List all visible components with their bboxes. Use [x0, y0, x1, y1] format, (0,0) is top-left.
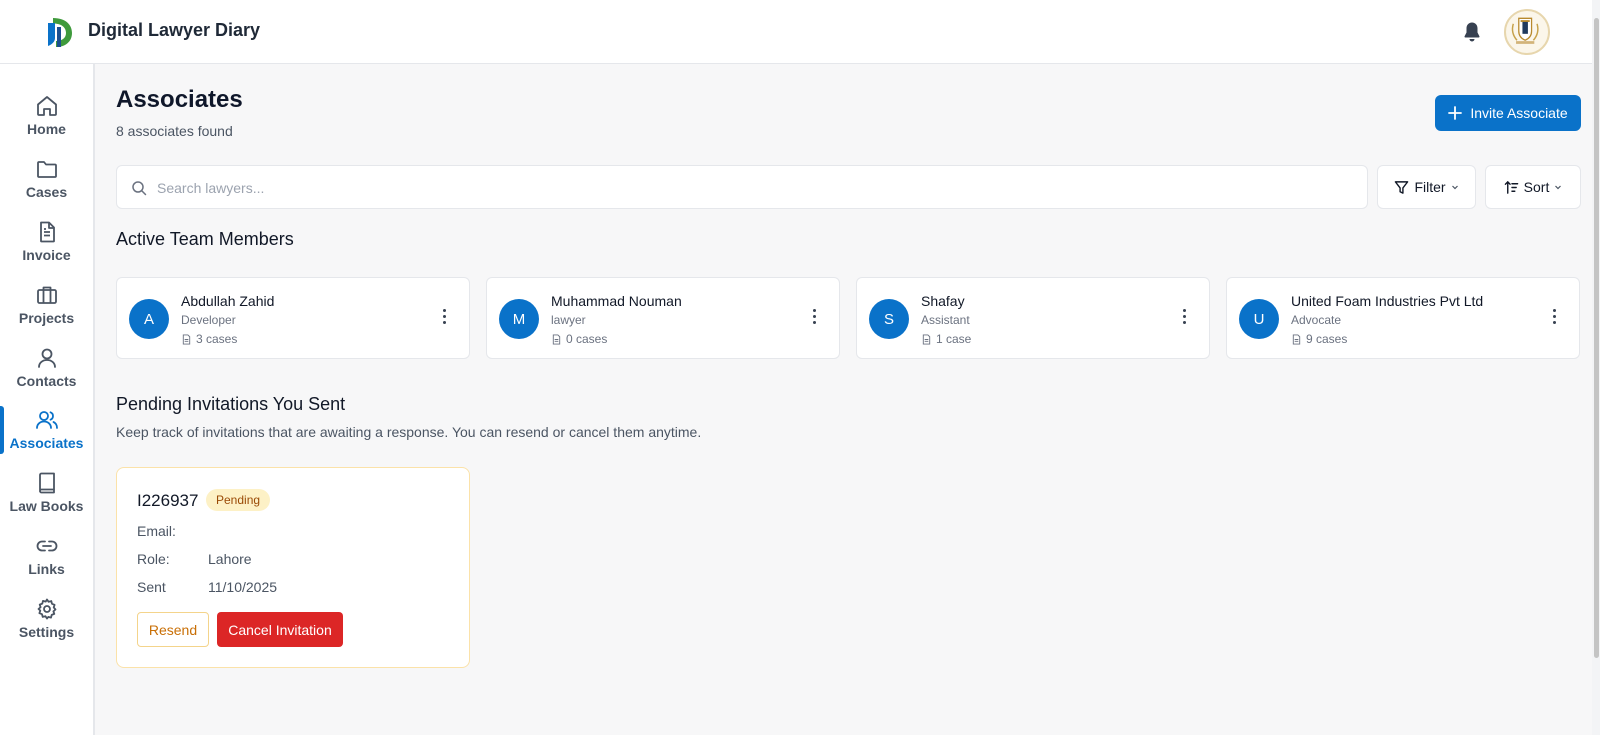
role-label: Role:	[137, 551, 170, 567]
sidebar-item-label: Contacts	[16, 373, 77, 389]
sidebar-item-settings[interactable]: Settings	[0, 597, 93, 655]
scrollbar-thumb[interactable]	[1594, 18, 1599, 658]
sidebar-item-label: Projects	[18, 310, 75, 326]
notification-bell-icon[interactable]	[1460, 20, 1484, 44]
resend-button[interactable]: Resend	[137, 612, 209, 647]
more-options-icon[interactable]	[811, 309, 817, 329]
sidebar-item-label: Home	[27, 121, 66, 137]
more-options-icon[interactable]	[441, 309, 447, 329]
firm-crest-icon	[1507, 12, 1543, 48]
search-input[interactable]	[157, 176, 1347, 200]
member-avatar: A	[129, 299, 169, 339]
pending-invitations-heading: Pending Invitations You Sent	[116, 394, 346, 414]
sort-label: Sort	[1523, 179, 1550, 195]
sort-icon	[1504, 180, 1518, 194]
filter-label: Filter	[1414, 179, 1446, 195]
app-title: Digital Lawyer Diary	[88, 20, 261, 40]
member-cases-count: 1 case	[936, 332, 972, 346]
more-options-icon[interactable]	[1551, 309, 1557, 329]
sidebar-item-label: Associates	[9, 435, 84, 451]
book-icon	[38, 472, 55, 494]
member-cases: 9 cases	[1291, 332, 1347, 346]
sidebar-item-links[interactable]: Links	[0, 534, 93, 592]
briefcase-icon	[36, 286, 57, 304]
app-logo-icon[interactable]	[44, 14, 74, 50]
member-name: Shafay	[921, 293, 965, 309]
sent-label: Sent	[137, 579, 166, 595]
sidebar-item-home[interactable]: Home	[0, 94, 93, 152]
member-avatar: M	[499, 299, 539, 339]
member-role: Developer	[181, 313, 236, 327]
home-icon	[36, 96, 57, 116]
sidebar: Home Cases Invoice Projects Contacts Ass…	[0, 64, 95, 735]
member-card[interactable]: S Shafay Assistant 1 case	[856, 277, 1210, 359]
cancel-invitation-button[interactable]: Cancel Invitation	[217, 612, 343, 647]
invite-associate-button[interactable]: Invite Associate	[1435, 95, 1581, 131]
email-label: Email:	[137, 523, 176, 539]
pending-invitations-description: Keep track of invitations that are await…	[116, 424, 702, 440]
member-avatar: U	[1239, 299, 1279, 339]
status-badge: Pending	[206, 489, 271, 511]
active-members-heading: Active Team Members	[116, 229, 294, 249]
search-box	[116, 165, 1368, 209]
sidebar-item-law-books[interactable]: Law Books	[0, 471, 93, 529]
gear-icon	[37, 598, 56, 620]
sidebar-item-label: Links	[28, 561, 65, 577]
member-card[interactable]: U United Foam Industries Pvt Ltd Advocat…	[1226, 277, 1580, 359]
sidebar-item-cases[interactable]: Cases	[0, 157, 93, 215]
invitation-card: I226937 Pending Email: Role: Lahore Sent…	[116, 467, 470, 668]
search-icon	[132, 181, 147, 196]
member-card[interactable]: A Abdullah Zahid Developer 3 cases	[116, 277, 470, 359]
folder-icon	[36, 161, 57, 178]
link-icon	[36, 540, 57, 552]
invite-associate-label: Invite Associate	[1470, 105, 1568, 121]
document-icon	[1292, 333, 1301, 345]
user-icon	[37, 348, 56, 368]
sidebar-item-label: Invoice	[22, 247, 71, 263]
member-cases: 0 cases	[551, 332, 607, 346]
user-avatar[interactable]	[1504, 9, 1550, 55]
filter-button[interactable]: Filter	[1377, 165, 1476, 209]
member-name: Abdullah Zahid	[181, 293, 275, 309]
sort-button[interactable]: Sort	[1485, 165, 1581, 209]
sidebar-item-label: Settings	[18, 624, 75, 640]
member-role: Advocate	[1291, 313, 1342, 327]
sidebar-item-contacts[interactable]: Contacts	[0, 346, 93, 404]
sidebar-item-label: Law Books	[9, 498, 84, 514]
member-avatar: S	[869, 299, 909, 339]
top-bar: Digital Lawyer Diary	[0, 0, 1600, 64]
chevron-down-icon	[1555, 185, 1562, 190]
page-scrollbar[interactable]	[1592, 0, 1600, 735]
sidebar-item-invoice[interactable]: Invoice	[0, 220, 93, 278]
member-role: Assistant	[921, 313, 970, 327]
associates-count: 8 associates found	[116, 123, 233, 139]
document-icon	[922, 333, 931, 345]
active-indicator	[0, 406, 4, 454]
sidebar-item-associates[interactable]: Associates	[0, 406, 93, 466]
plus-icon	[1448, 106, 1463, 120]
page-title: Associates	[116, 86, 243, 113]
member-name: United Foam Industries Pvt Ltd	[1291, 293, 1484, 309]
member-cases: 3 cases	[181, 332, 237, 346]
member-cases: 1 case	[921, 332, 971, 346]
document-icon	[182, 333, 191, 345]
filter-icon	[1395, 180, 1409, 194]
sent-date: 11/10/2025	[208, 579, 278, 595]
sidebar-item-projects[interactable]: Projects	[0, 283, 93, 341]
sidebar-item-label: Cases	[25, 184, 68, 200]
role-value: Lahore	[208, 551, 252, 567]
member-card[interactable]: M Muhammad Nouman lawyer 0 cases	[486, 277, 840, 359]
member-name: Muhammad Nouman	[551, 293, 682, 309]
file-text-icon	[39, 221, 55, 243]
users-icon	[35, 411, 58, 429]
more-options-icon[interactable]	[1181, 309, 1187, 329]
member-role: lawyer	[551, 313, 586, 327]
chevron-down-icon	[1451, 185, 1458, 190]
document-icon	[552, 333, 561, 345]
member-cases-count: 0 cases	[566, 332, 608, 346]
member-cases-count: 3 cases	[196, 332, 238, 346]
invitation-id: I226937	[137, 491, 199, 510]
member-cases-count: 9 cases	[1306, 332, 1348, 346]
